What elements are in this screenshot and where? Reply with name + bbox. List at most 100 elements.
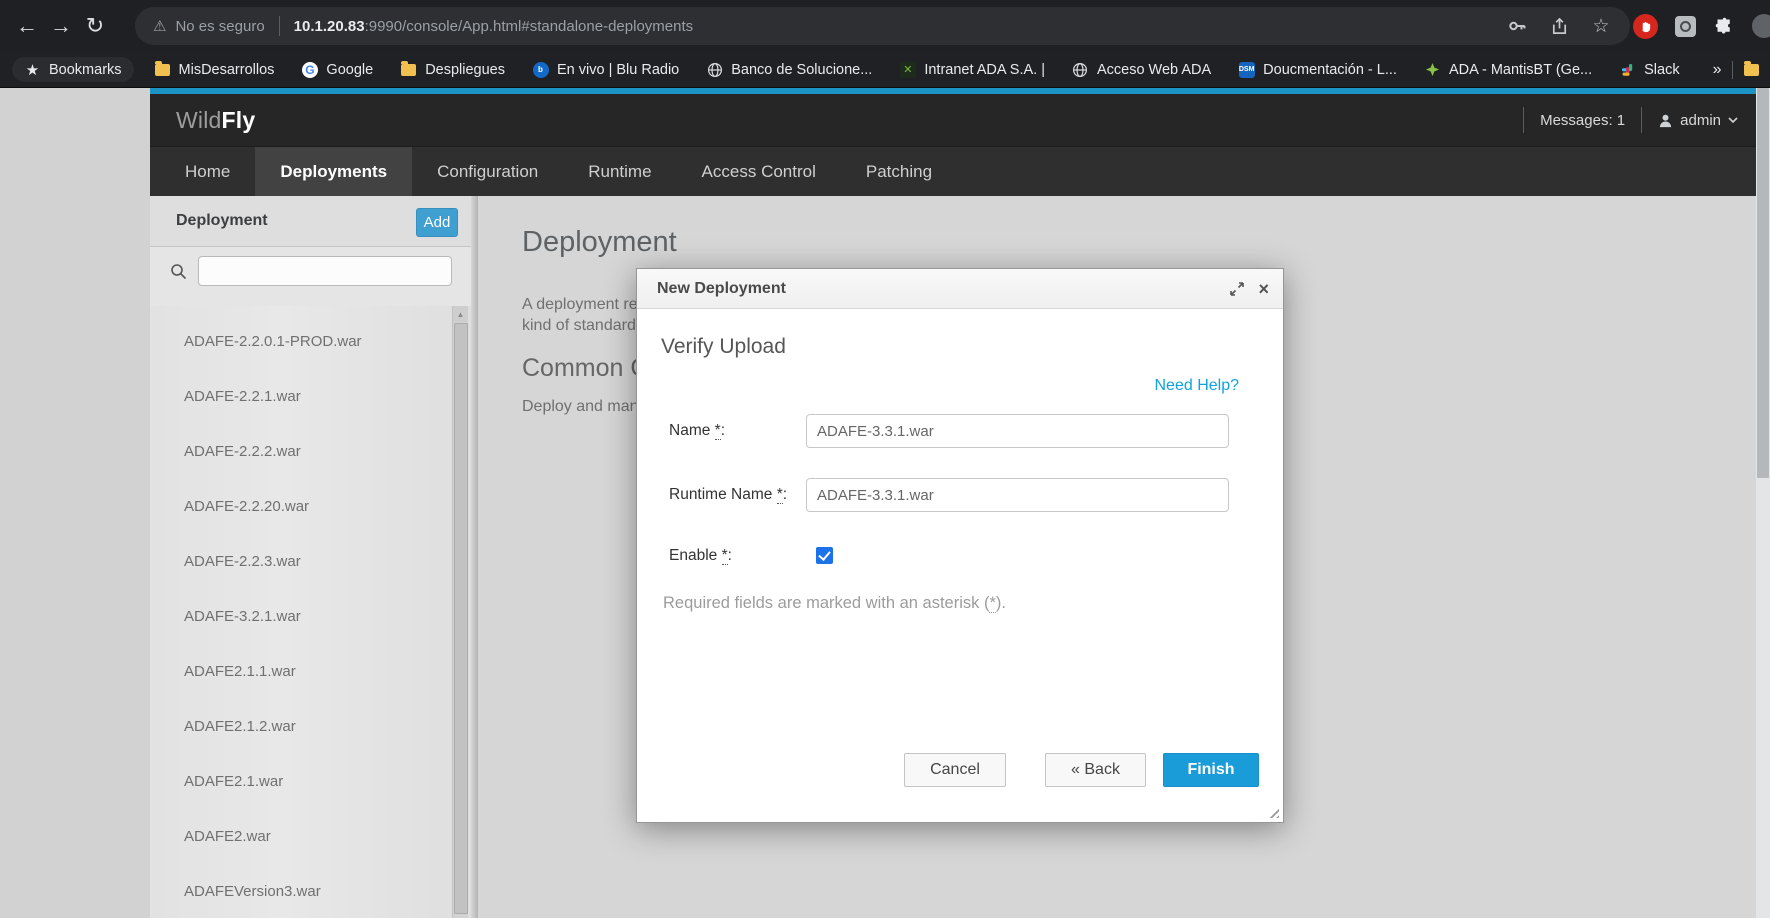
bookmark-mantisbt[interactable]: ADA - MantisBT (Ge... [1424,61,1592,78]
tab-deployments[interactable]: Deployments [255,147,412,196]
runtime-name-input[interactable] [806,478,1229,512]
enable-label: Enable *: [669,539,732,573]
folder-icon[interactable] [1743,61,1760,78]
page-url[interactable]: 10.1.20.83:9990/console/App.html#standal… [294,18,693,35]
modal-title: New Deployment [657,280,786,298]
tab-runtime[interactable]: Runtime [563,147,676,196]
url-separator [279,16,280,36]
security-label: No es seguro [175,18,264,35]
tab-access-control[interactable]: Access Control [677,147,841,196]
bookmark-misdesarrollos[interactable]: MisDesarrollos [154,61,275,78]
section-title: Common C [522,354,648,383]
url-path: :9990/console/App.html#standalone-deploy… [365,18,694,35]
page-title: Deployment [522,226,677,259]
forward-icon[interactable]: → [44,13,78,39]
not-secure-warning-icon: ⚠ [153,17,166,35]
screenshot-extension-icon[interactable] [1675,16,1696,37]
scroll-up-arrow-icon[interactable]: ▲ [453,306,468,322]
intranet-icon: ✕ [899,61,916,78]
messages-link[interactable]: Messages: 1 [1540,112,1625,129]
expand-icon[interactable] [1230,282,1244,296]
tab-patching[interactable]: Patching [841,147,957,196]
need-help-link[interactable]: Need Help? [1155,377,1240,395]
bookmark-label: En vivo | Blu Radio [557,62,679,78]
browser-toolbar: ← → ↻ ⚠ No es seguro 10.1.20.83:9990/con… [0,0,1770,52]
resize-handle-icon[interactable] [1266,805,1279,818]
bookmark-banco-soluciones[interactable]: Banco de Solucione... [706,61,872,78]
url-host: 10.1.20.83 [294,18,365,35]
tab-home[interactable]: Home [160,147,255,196]
bookmark-documentacion[interactable]: DSM Doucmentación - L... [1238,61,1397,78]
address-bar[interactable]: ⚠ No es seguro 10.1.20.83:9990/console/A… [135,7,1630,45]
sidebar-title: Deployment [176,212,268,230]
bookmark-label: Doucmentación - L... [1263,62,1397,78]
blu-radio-icon: b [532,61,549,78]
deployment-list-item[interactable]: ADAFE2.war [150,809,478,864]
deployment-list-item[interactable]: ADAFE-2.2.0.1-PROD.war [150,314,478,369]
deployment-list-item[interactable]: ADAFE-2.2.1.war [150,369,478,424]
deployment-list-item[interactable]: ADAFE-2.2.20.war [150,479,478,534]
bookmark-label: Google [326,62,373,78]
dsm-icon: DSM [1238,61,1255,78]
deployment-list-item[interactable]: ADAFE-2.2.3.war [150,534,478,589]
cancel-button[interactable]: Cancel [904,753,1006,787]
password-key-icon[interactable] [1506,15,1528,37]
user-menu[interactable]: admin [1658,112,1738,129]
bookmark-label: Bookmarks [49,62,122,78]
bookmark-acceso-web[interactable]: Acceso Web ADA [1072,61,1211,78]
username-label: admin [1680,112,1721,129]
bookmark-slack[interactable]: Slack [1619,61,1679,78]
app-header: WildFly Messages: 1 admin [150,94,1756,146]
extensions-puzzle-icon[interactable] [1713,15,1735,37]
browser-window: ← → ↻ ⚠ No es seguro 10.1.20.83:9990/con… [0,0,1770,918]
deployment-list-item[interactable]: ADAFE2.1.war [150,754,478,809]
list-scrollbar[interactable]: ▲ [452,306,468,918]
name-label: Name *: [669,414,725,448]
folder-icon [400,61,417,78]
back-icon[interactable]: ← [10,13,44,39]
share-icon[interactable] [1548,15,1570,37]
deployment-list-item[interactable]: ADAFEVersion3.war [150,864,478,918]
bookmark-intranet-ada[interactable]: ✕ Intranet ADA S.A. | [899,61,1045,78]
section-description: Deploy and man [522,398,639,416]
bookmark-star-icon[interactable]: ☆ [1590,15,1612,37]
main-nav: Home Deployments Configuration Runtime A… [150,146,1756,196]
bookmark-blu-radio[interactable]: b En vivo | Blu Radio [532,61,679,78]
deployment-sidebar: Deployment Add ADAFE-2.2.0.1-PROD.war AD… [150,196,478,918]
wildfly-logo: WildFly [176,107,255,134]
page-description: A deployment rekind of standard [522,294,638,336]
bookmark-label: Banco de Solucione... [731,62,872,78]
scrollbar-thumb[interactable] [454,323,468,914]
finish-button[interactable]: Finish [1163,753,1259,787]
back-button[interactable]: « Back [1045,753,1146,787]
slack-icon [1619,61,1636,78]
name-input[interactable] [806,414,1229,448]
bookmark-google[interactable]: G Google [301,61,373,78]
browser-scrollbar[interactable] [1756,88,1770,918]
bookmark-label: Intranet ADA S.A. | [924,62,1045,78]
adblock-extension-icon[interactable] [1633,14,1658,39]
tab-configuration[interactable]: Configuration [412,147,563,196]
modal-header[interactable]: New Deployment × [637,269,1283,309]
sidebar-edge [471,196,478,918]
reload-icon[interactable]: ↻ [78,13,112,39]
profile-avatar[interactable] [1752,14,1770,38]
globe-icon [706,61,723,78]
required-fields-note: Required fields are marked with an aster… [663,594,1006,613]
deployment-list-item[interactable]: ADAFE-3.2.1.war [150,589,478,644]
deployment-list-item[interactable]: ADAFE2.1.1.war [150,644,478,699]
close-icon[interactable]: × [1258,280,1269,298]
deployment-list: ADAFE-2.2.0.1-PROD.war ADAFE-2.2.1.war A… [150,306,478,918]
deployment-list-item[interactable]: ADAFE-2.2.2.war [150,424,478,479]
bookmarks-menu-button[interactable]: ★ Bookmarks [12,57,134,82]
bookmark-label: Acceso Web ADA [1097,62,1211,78]
deployment-search-input[interactable] [198,256,452,286]
bookmark-despliegues[interactable]: Despliegues [400,61,505,78]
bookmark-label: ADA - MantisBT (Ge... [1449,62,1592,78]
browser-scrollbar-thumb[interactable] [1757,88,1769,478]
deployment-list-item[interactable]: ADAFE2.1.2.war [150,699,478,754]
runtime-name-label: Runtime Name *: [669,478,787,512]
add-deployment-button[interactable]: Add [416,208,458,237]
enable-checkbox[interactable] [816,547,833,564]
bookmarks-overflow-chevron[interactable]: » [1713,61,1722,79]
